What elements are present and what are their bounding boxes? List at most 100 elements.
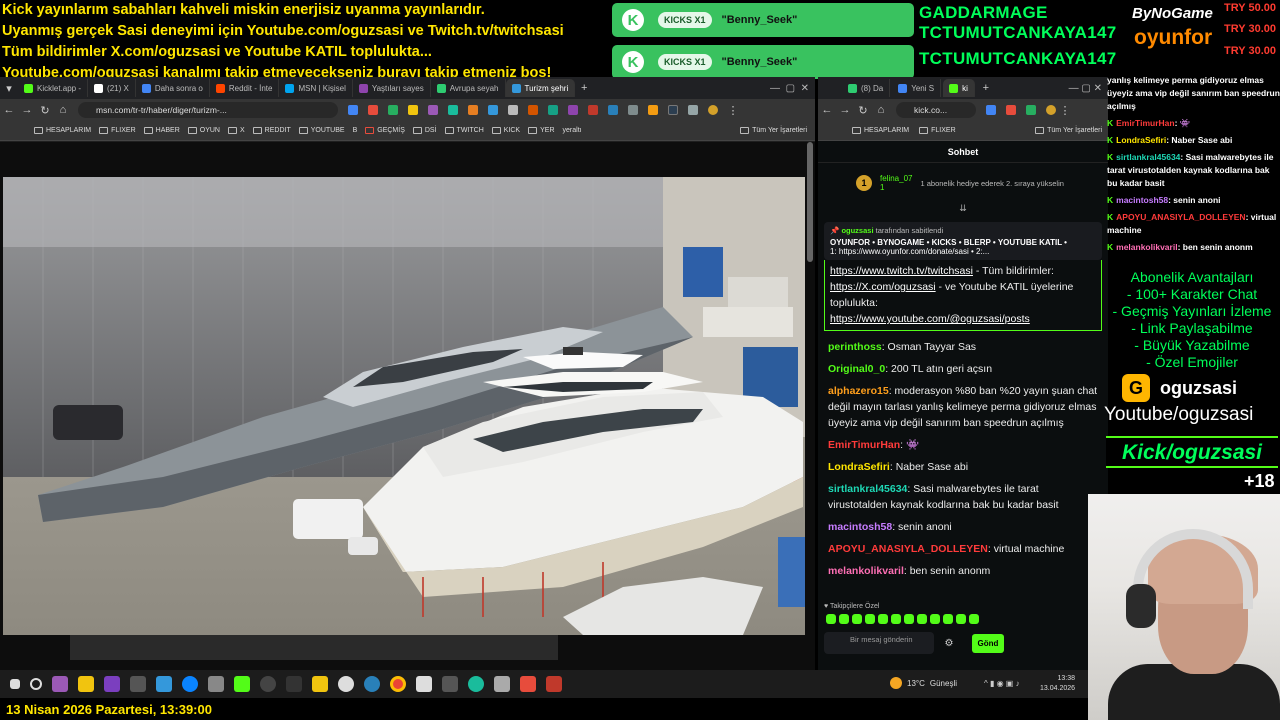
app-icon[interactable] [234,676,250,692]
chat-username[interactable]: alphazero15 [828,385,889,397]
bookmark-item[interactable]: TWITCH [444,127,484,134]
bookmark-item[interactable]: YOUTUBE [298,127,345,134]
app-icon[interactable] [468,676,484,692]
browser-tab-active[interactable]: ki [943,79,975,97]
extension-icon[interactable] [528,105,538,115]
extension-icon[interactable] [548,105,558,115]
extension-icon[interactable] [608,105,618,115]
search-icon[interactable] [30,678,42,690]
emote-icon[interactable] [839,614,849,624]
browser-tab[interactable]: Yeni S [892,79,942,97]
bookmark-item[interactable]: DSİ [412,127,437,134]
new-tab-icon[interactable]: + [575,82,593,94]
app-icon[interactable] [156,676,172,692]
article-photo[interactable] [3,177,805,635]
chat-username[interactable]: APOYU_ANASIYLA_DOLLEYEN [828,543,988,555]
extension-icon[interactable] [428,105,438,115]
bookmark-item[interactable]: yeraltı [563,127,582,134]
app-icon[interactable] [130,676,146,692]
forward-icon[interactable]: → [836,104,854,116]
emote-icon[interactable] [891,614,901,624]
bookmark-item[interactable]: X [228,127,245,134]
chat-username[interactable]: EmirTimurHan [828,439,900,451]
bookmark-item[interactable]: GEÇMİŞ [365,127,405,134]
file-explorer-icon[interactable] [78,676,94,692]
emote-icon[interactable] [943,614,953,624]
bookmark-item[interactable]: HABER [143,127,180,134]
bookmark-item[interactable]: FLIXER [919,127,956,134]
gift-username[interactable]: felina_07 [880,174,912,183]
back-icon[interactable]: ← [0,104,18,116]
system-tray-icons[interactable]: ^ ▮ ◉ ▣ ♪ [984,679,1020,688]
browser-tab[interactable]: Yaştıları sayes [353,79,431,97]
chat-username[interactable]: LondraSefiri [828,461,890,473]
chrome-icon[interactable] [390,676,406,692]
app-icon[interactable] [546,676,562,692]
bookmark-item[interactable]: FLIXER [99,127,136,134]
weather-widget[interactable]: 13°C Güneşli ^ ▮ ◉ ▣ ♪ [890,677,1020,689]
start-icon[interactable] [10,679,20,689]
extension-icon[interactable] [588,105,598,115]
horizontal-scroll-area[interactable] [70,635,558,660]
emote-icon[interactable] [878,614,888,624]
window-controls[interactable]: — ▢ ✕ [770,83,815,94]
settings-gear-icon[interactable]: ⚙ [945,638,954,649]
bookmark-item[interactable]: HESAPLARIM [34,127,91,134]
chat-username[interactable]: perinthoss [828,341,882,353]
twitch-link[interactable]: https://www.twitch.tv/twitchsasi [830,265,973,277]
chat-username[interactable]: sirtlankral45634 [828,483,907,495]
browser-tab[interactable]: Avrupa seyah [431,79,506,97]
address-bar[interactable]: msn.com/tr-tr/haber/diger/turizm-... [78,102,338,118]
extension-icon[interactable] [648,105,658,115]
new-tab-icon[interactable]: + [977,82,995,94]
browser-tab[interactable]: (8) Da [842,79,891,97]
profile-avatar-icon[interactable] [1046,105,1056,115]
extension-icon[interactable] [628,105,638,115]
bookmark-item[interactable]: HESAPLARIM [852,127,909,134]
emote-icon[interactable] [826,614,836,624]
page-scrollbar[interactable] [807,142,813,262]
chat-input[interactable]: Bir mesaj gönderin [824,632,934,654]
extension-icon[interactable] [348,105,358,115]
app-icon[interactable] [260,676,276,692]
browser-tab-active[interactable]: Turizm şehri [505,79,576,97]
app-icon[interactable] [364,676,380,692]
collapse-chevron-icon[interactable]: ⇊ [818,203,1108,214]
notes-icon[interactable] [312,676,328,692]
emote-icon[interactable] [865,614,875,624]
emote-icon[interactable] [969,614,979,624]
tab-menu-icon[interactable]: ▾ [0,82,18,95]
window-controls[interactable]: — ▢ ✕ [1069,83,1108,94]
bookmark-item[interactable]: B [353,127,358,134]
emote-icon[interactable] [930,614,940,624]
extension-icon[interactable] [408,105,418,115]
app-icon[interactable] [442,676,458,692]
browser-tab[interactable]: (21) X [88,79,136,97]
extension-icon[interactable] [508,105,518,115]
browser-tab[interactable]: MSN | Kişisel [279,79,353,97]
chat-username[interactable]: melankolikvaril [828,565,904,577]
extension-icon[interactable] [468,105,478,115]
youtube-link[interactable]: https://www.youtube.com/@oguzsasi/posts [830,313,1030,325]
bookmark-item[interactable]: REDDIT [252,127,291,134]
emote-icon[interactable] [956,614,966,624]
bookmark-item[interactable]: KICK [491,127,520,134]
pinned-by-user[interactable]: oguzsasi [841,226,873,235]
extension-icon[interactable] [448,105,458,115]
vivaldi-icon[interactable] [520,676,536,692]
chat-username[interactable]: Original0_0 [828,363,885,375]
extension-icon[interactable] [986,105,996,115]
extension-icon[interactable] [568,105,578,115]
profile-avatar-icon[interactable] [708,105,718,115]
all-bookmarks[interactable]: Tüm Yer İşaretleri [1035,127,1108,134]
emote-icon[interactable] [917,614,927,624]
browser-tab[interactable]: Kicklet.app - [18,79,89,97]
app-icon[interactable] [494,676,510,692]
menu-dots-icon[interactable]: ⋮ [1056,104,1074,117]
emote-icon[interactable] [852,614,862,624]
app-icon[interactable] [52,676,68,692]
extension-icon[interactable] [688,105,698,115]
chat-username[interactable]: macintosh58 [828,521,892,533]
browser-tab[interactable]: Reddit - İnte [210,79,280,97]
extension-icon[interactable] [368,105,378,115]
